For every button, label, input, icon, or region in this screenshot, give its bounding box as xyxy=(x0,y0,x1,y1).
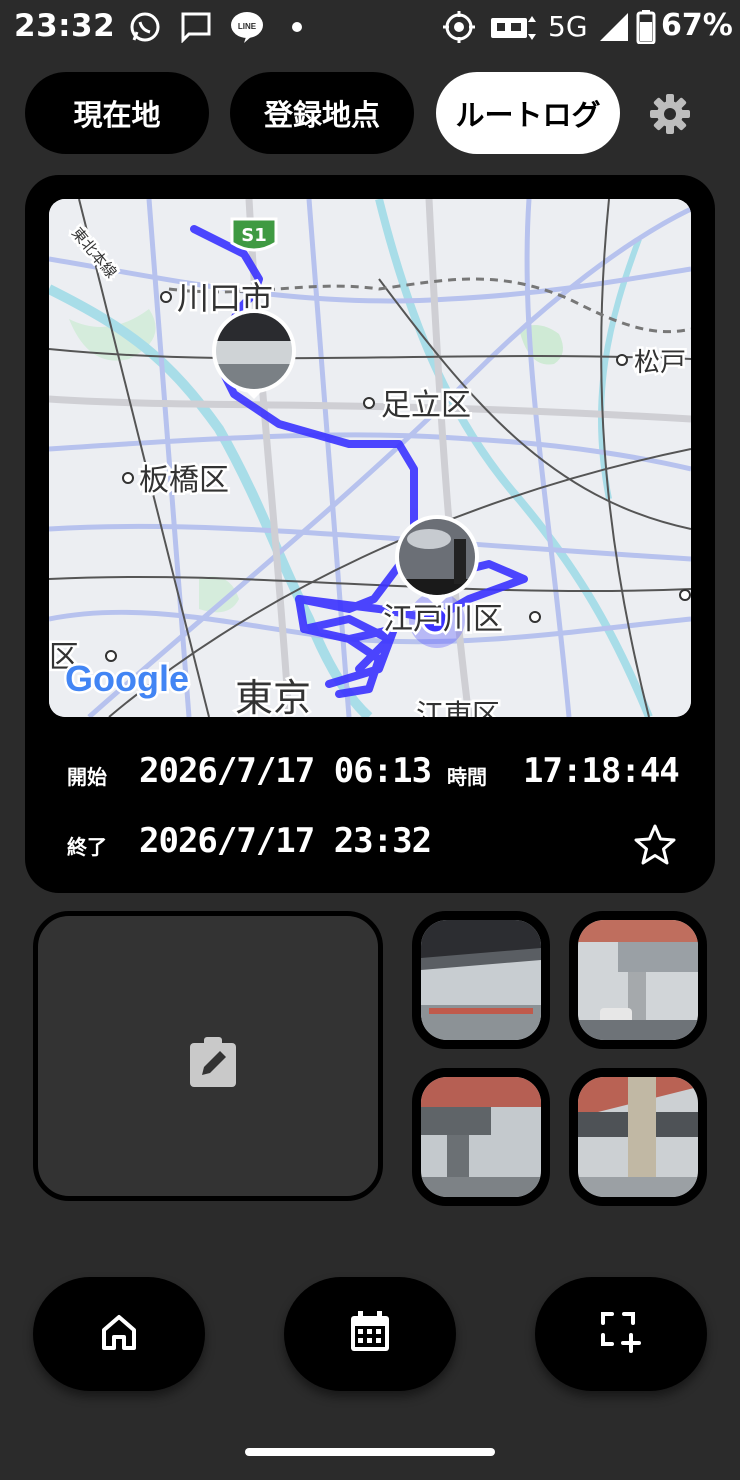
calendar-button[interactable] xyxy=(284,1277,456,1391)
tab-label: 登録地点 xyxy=(263,98,380,132)
map-label-matsudo: 松戸 xyxy=(634,348,686,378)
message-icon xyxy=(180,10,212,44)
dot-icon xyxy=(292,10,302,44)
whatsapp-icon xyxy=(128,10,162,44)
photo-thumbnail-4[interactable] xyxy=(569,1068,707,1206)
vibrate-icon xyxy=(489,10,539,44)
map-label-tokyo: 東京 xyxy=(235,676,311,717)
star-icon[interactable] xyxy=(633,823,677,867)
photo-thumbnail-3[interactable] xyxy=(412,1068,550,1206)
network-type: 5G xyxy=(548,10,588,43)
map-label-koto: 江東区 xyxy=(416,698,500,717)
calendar-icon xyxy=(349,1311,391,1357)
signal-icon xyxy=(598,10,630,44)
start-value: 2026/7/17 06:13 xyxy=(139,751,432,791)
tab-registered-places[interactable]: 登録地点 xyxy=(230,72,414,154)
status-bar: 23:32 LINE 5G 67% xyxy=(0,0,740,56)
gear-icon[interactable] xyxy=(648,92,692,136)
add-frame-icon xyxy=(600,1311,642,1357)
line-icon: LINE xyxy=(230,10,264,44)
battery-percent: 67% xyxy=(661,8,733,43)
duration-value: 17:18:44 xyxy=(523,751,680,791)
home-button[interactable] xyxy=(33,1277,205,1391)
tab-route-log[interactable]: ルートログ xyxy=(436,72,620,154)
map-label-itabashi: 板橋区 xyxy=(139,463,229,498)
photo-thumbnail-1[interactable] xyxy=(412,911,550,1049)
clipboard-edit-icon xyxy=(190,1037,236,1091)
location-icon xyxy=(443,10,475,44)
start-label: 開始 xyxy=(67,765,107,789)
tab-label: ルートログ xyxy=(455,98,601,132)
route-card: S1 川口市 足立区 板橋区 江戸川区 松戸 東京 江東区 区 東北本線 Goo… xyxy=(25,175,715,893)
end-label: 終了 xyxy=(67,835,107,859)
home-icon xyxy=(99,1312,139,1356)
photo-thumbnail-2[interactable] xyxy=(569,911,707,1049)
end-value: 2026/7/17 23:32 xyxy=(139,821,432,861)
highway-shield-label: S1 xyxy=(241,225,267,246)
gesture-home-bar[interactable] xyxy=(245,1448,495,1456)
map-label-adachi: 足立区 xyxy=(381,388,471,423)
duration-label: 時間 xyxy=(447,765,487,789)
tab-label: 現在地 xyxy=(73,98,161,132)
svg-text:LINE: LINE xyxy=(238,22,257,31)
route-map[interactable]: S1 川口市 足立区 板橋区 江戸川区 松戸 東京 江東区 区 東北本線 Goo… xyxy=(49,199,691,717)
add-frame-button[interactable] xyxy=(535,1277,707,1391)
map-label-edogawa: 江戸川区 xyxy=(383,602,503,637)
status-time: 23:32 xyxy=(14,8,116,44)
memo-box[interactable] xyxy=(33,911,383,1201)
tab-current-location[interactable]: 現在地 xyxy=(25,72,209,154)
google-logo: Google xyxy=(65,658,189,699)
battery-icon xyxy=(636,10,656,44)
